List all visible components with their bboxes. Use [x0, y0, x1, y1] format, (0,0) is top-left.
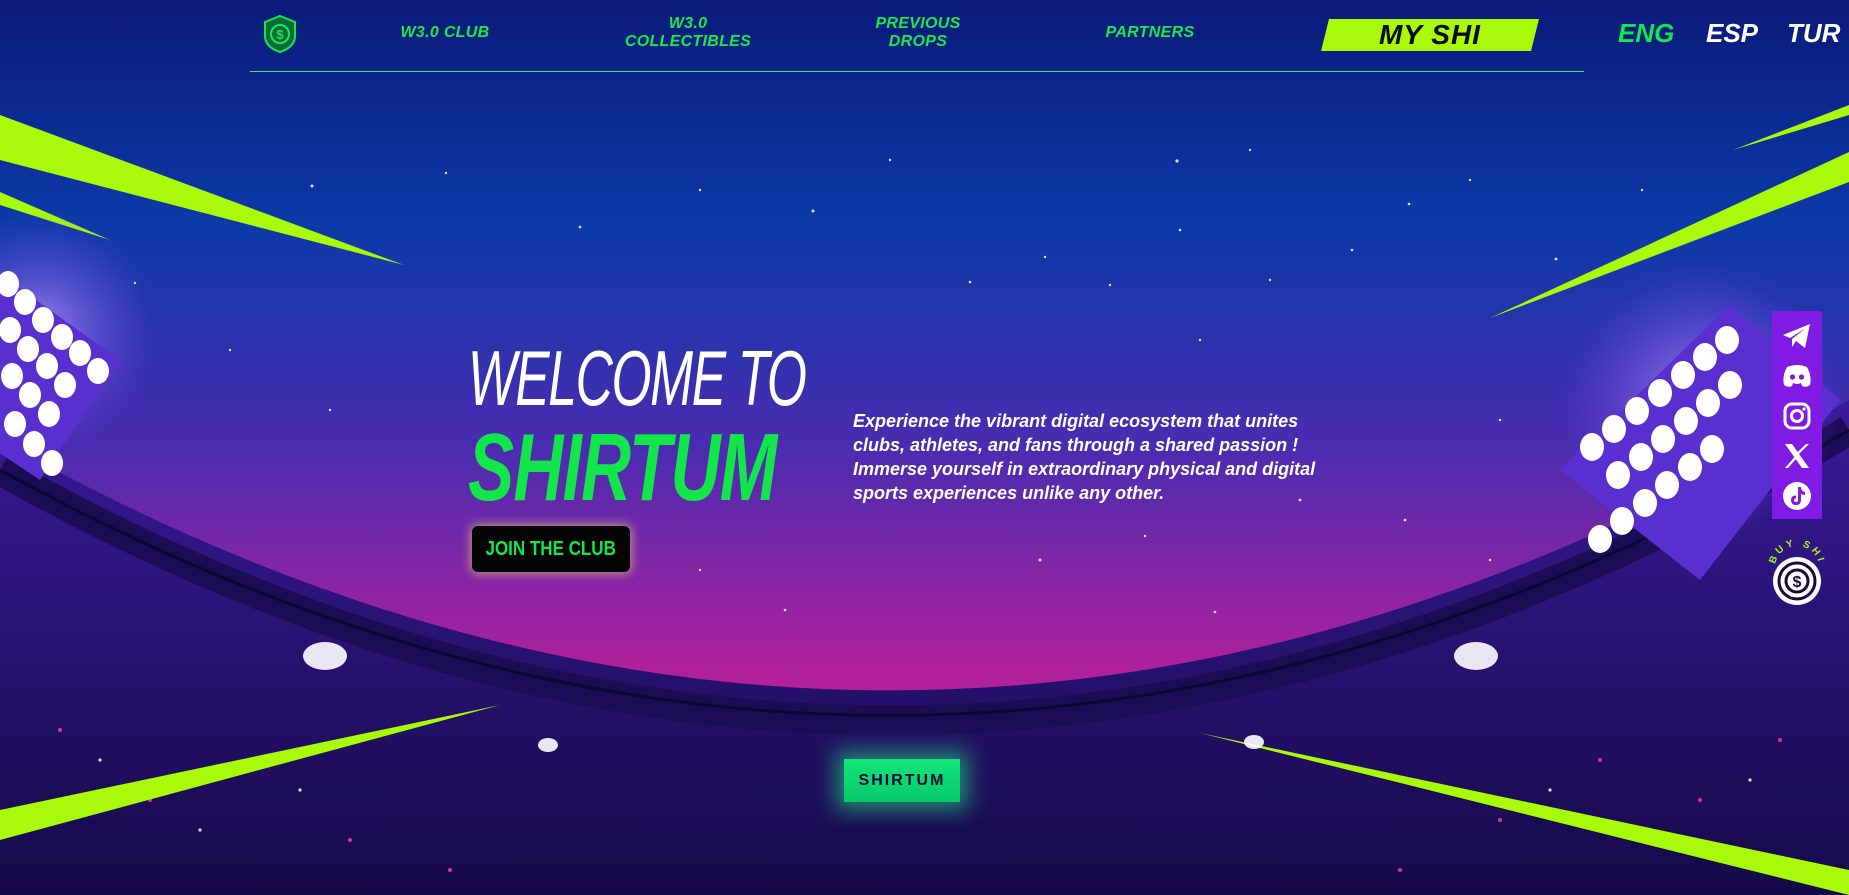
- instagram-icon[interactable]: [1781, 400, 1813, 432]
- my-shi-label: MY SHI: [1379, 19, 1481, 50]
- shirtum-shield-icon[interactable]: $: [262, 14, 298, 54]
- lang-eng[interactable]: ENG: [1618, 18, 1674, 48]
- hero-welcome: WELCOME TO: [468, 334, 807, 422]
- join-club-label: JOIN THE CLUB: [485, 538, 617, 560]
- nav-partners[interactable]: PARTNERS: [1090, 24, 1210, 42]
- svg-text:$: $: [1793, 574, 1802, 591]
- nav-divider: [250, 71, 1584, 72]
- nav-w3-club[interactable]: W3.0 CLUB: [380, 24, 510, 42]
- svg-text:$: $: [276, 27, 284, 42]
- lang-esp[interactable]: ESP: [1706, 18, 1758, 48]
- tiktok-icon[interactable]: [1781, 480, 1813, 512]
- discord-icon[interactable]: [1781, 360, 1813, 392]
- shirtum-footer-badge: SHIRTUM: [844, 759, 960, 802]
- hero-brand: SHIRTUM: [468, 414, 777, 521]
- social-bar: [1772, 311, 1822, 519]
- hero-description: Experience the vibrant digital ecosystem…: [853, 411, 1316, 503]
- my-shi-button[interactable]: MY SHI: [1321, 19, 1539, 51]
- lang-tur[interactable]: TUR: [1787, 18, 1840, 48]
- join-club-button[interactable]: JOIN THE CLUB: [472, 526, 630, 572]
- nav-w3-collectibles[interactable]: W3.0 COLLECTIBLES: [603, 15, 773, 51]
- x-twitter-icon[interactable]: [1781, 440, 1813, 472]
- buy-shi-icon[interactable]: BUY SHI $: [1766, 538, 1828, 608]
- nav-previous-drops[interactable]: PREVIOUS DROPS: [848, 15, 988, 51]
- telegram-icon[interactable]: [1781, 320, 1813, 352]
